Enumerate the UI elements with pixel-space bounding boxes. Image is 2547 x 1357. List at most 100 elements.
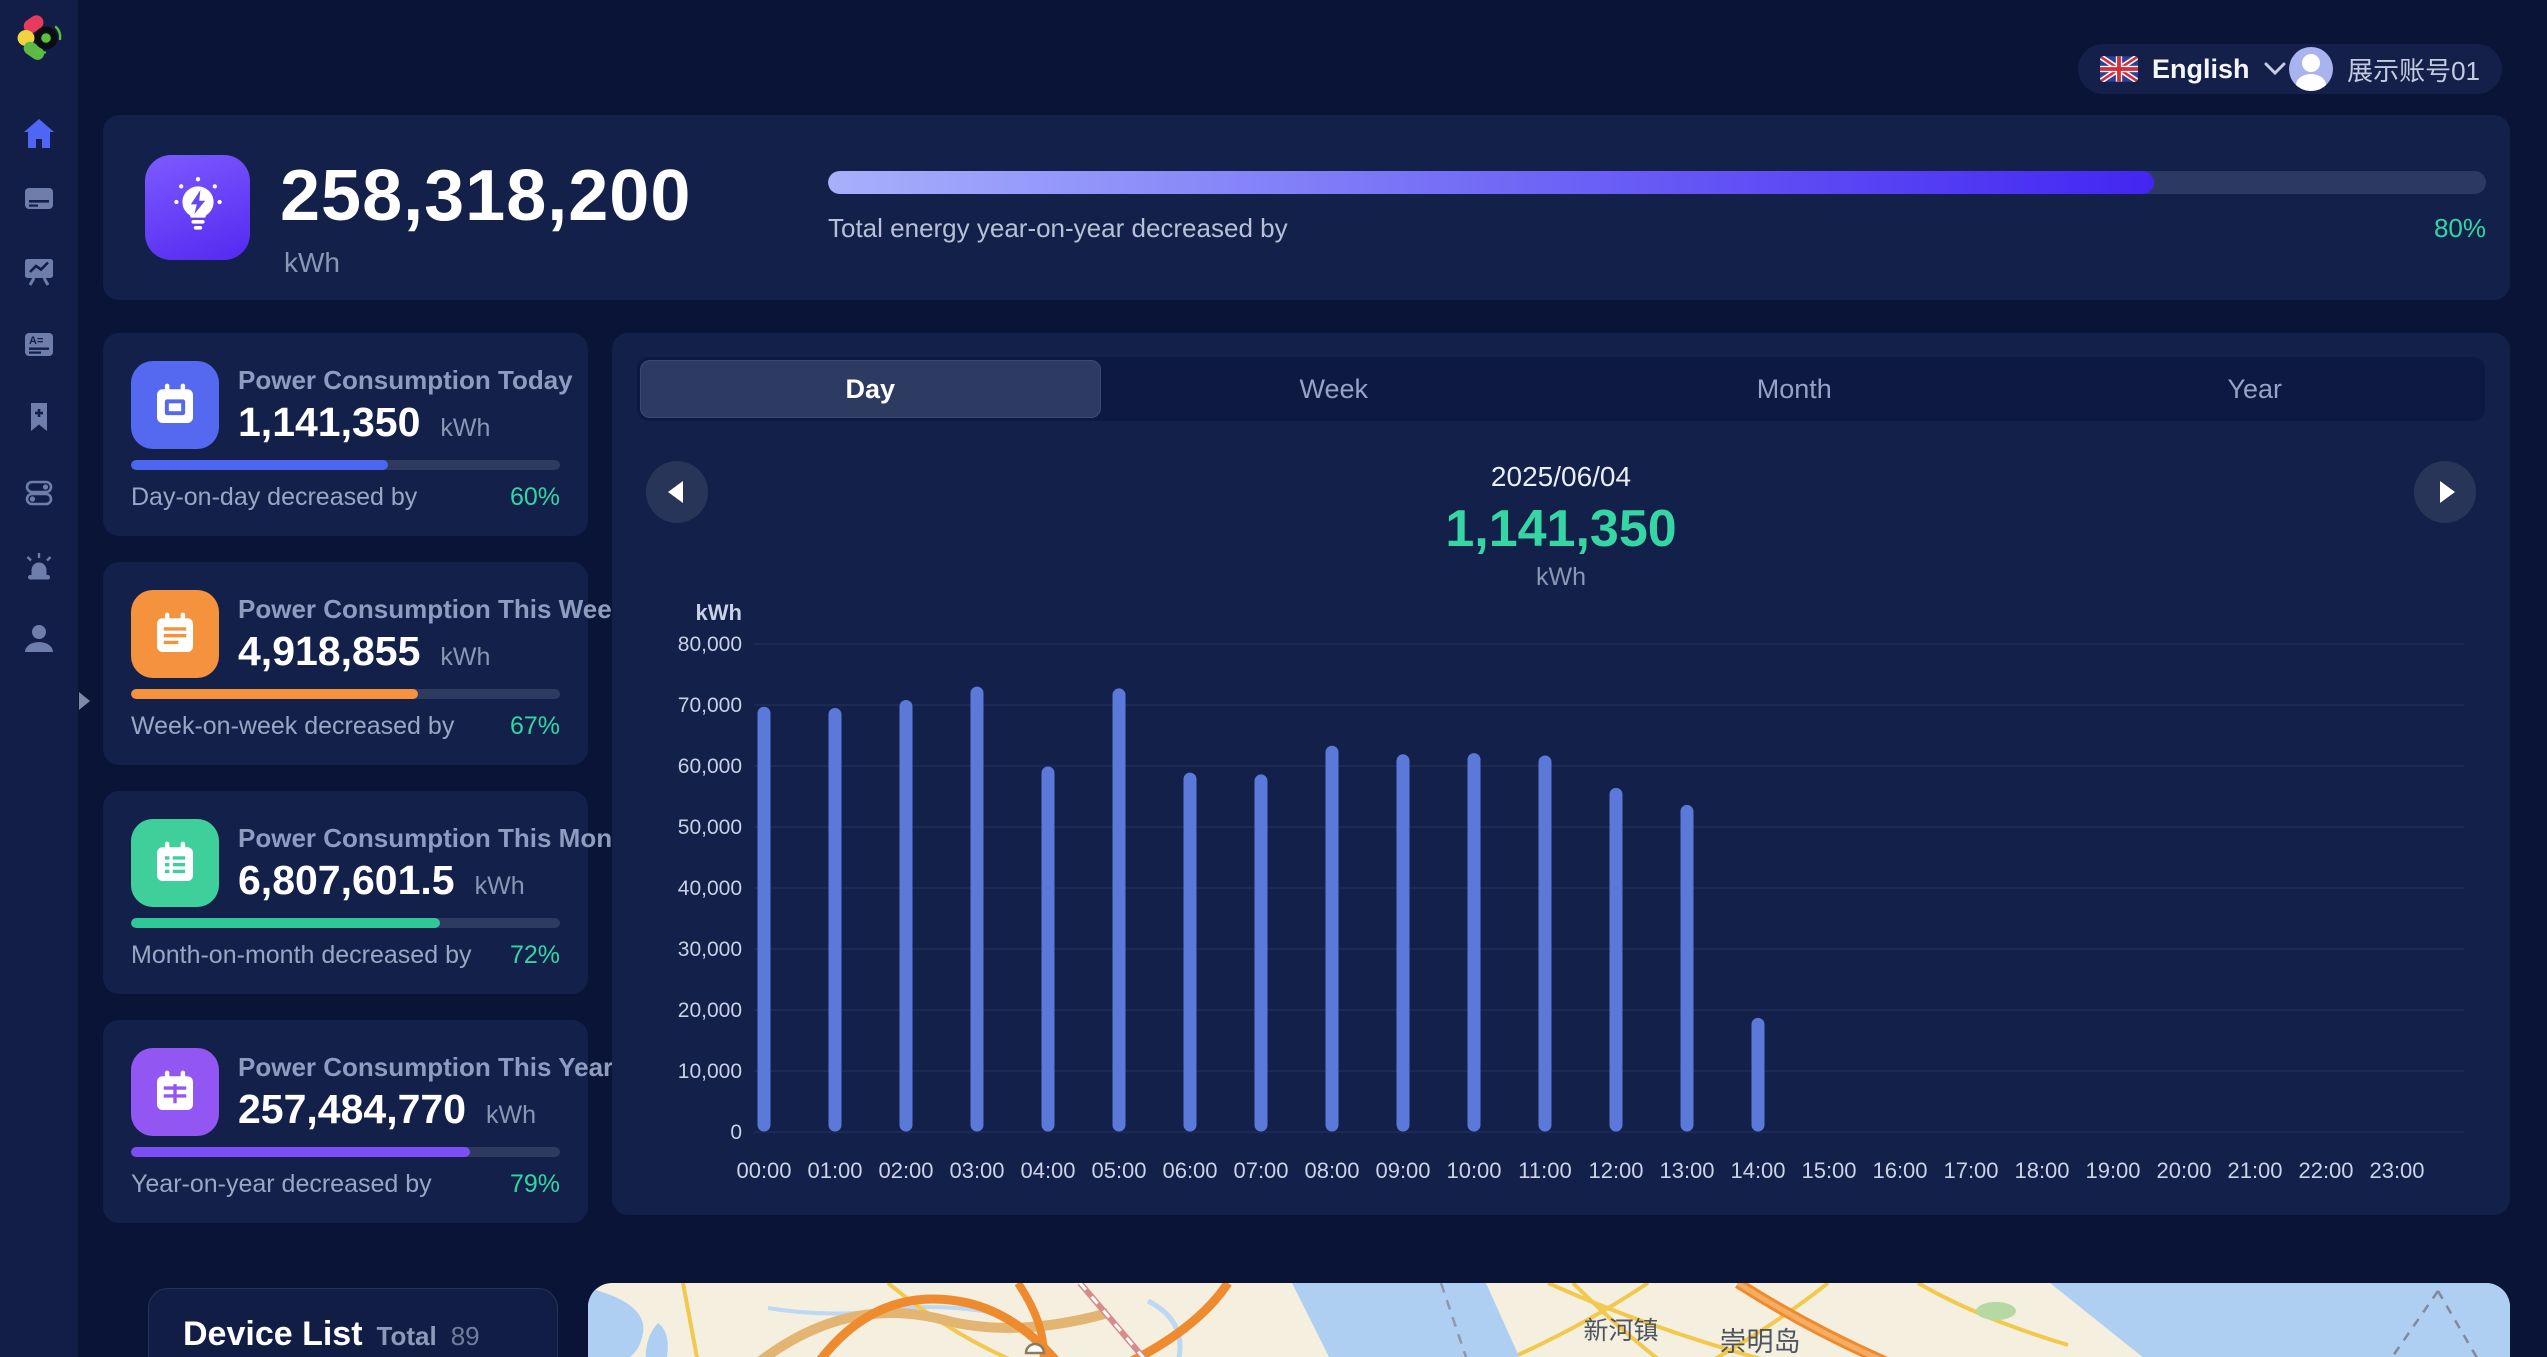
stat-unit: kWh [440, 414, 491, 442]
sidebar-item-bookmarks[interactable] [19, 397, 59, 437]
calendar-year-icon [131, 1048, 219, 1136]
svg-text:09:00: 09:00 [1375, 1158, 1430, 1183]
total-energy-progress-fill [828, 171, 2155, 194]
uk-flag-icon [2100, 56, 2138, 82]
sidebar-item-home[interactable] [19, 114, 59, 154]
app-logo[interactable] [10, 8, 68, 66]
svg-text:kWh: kWh [696, 604, 742, 625]
stat-progress-fill [131, 918, 440, 928]
sidebar-expand-handle[interactable] [79, 692, 90, 710]
stat-unit: kWh [486, 1101, 537, 1129]
svg-text:20,000: 20,000 [678, 999, 742, 1022]
bulb-icon [173, 176, 222, 230]
id-card-icon: A= [25, 333, 53, 356]
svg-text:07:00: 07:00 [1233, 1158, 1288, 1183]
total-energy-unit: kWh [284, 247, 340, 278]
dashboard-screen: A= English 展示账号01 258,318,200 kWh Total … [0, 0, 2547, 1357]
device-list-panel: Device List Total 89 [148, 1288, 558, 1357]
svg-text:13:00: 13:00 [1659, 1158, 1714, 1183]
tab-year[interactable]: Year [2025, 357, 2486, 421]
stat-progress [131, 689, 560, 699]
svg-text:02:00: 02:00 [878, 1158, 933, 1183]
user-icon [25, 625, 53, 652]
svg-text:30,000: 30,000 [678, 938, 742, 961]
stat-footer-percent: 67% [509, 712, 560, 740]
svg-text:16:00: 16:00 [1872, 1158, 1927, 1183]
map-canvas: 新河镇 崇明岛 [588, 1283, 2510, 1357]
stat-unit: kWh [474, 872, 525, 900]
stat-progress-fill [131, 460, 389, 470]
chevron-down-icon[interactable] [2264, 62, 2286, 76]
total-energy-progress-label: Total energy year-on-year decreased by [828, 213, 1288, 243]
stat-progress [131, 1147, 560, 1157]
presentation-chart-icon [25, 259, 53, 286]
calendar-week-icon [131, 590, 219, 678]
stat-value: 4,918,855 [238, 628, 421, 674]
svg-text:23:00: 23:00 [2369, 1158, 2424, 1183]
sidebar: A= [0, 0, 78, 1357]
chart-total-unit: kWh [1536, 563, 1586, 591]
svg-text:18:00: 18:00 [2014, 1158, 2069, 1183]
svg-text:20:00: 20:00 [2156, 1158, 2211, 1183]
tab-day[interactable]: Day [640, 360, 1101, 418]
chart-total-value: 1,141,350 [1445, 500, 1677, 558]
tab-month[interactable]: Month [1564, 357, 2025, 421]
toggle-switches-icon [25, 480, 53, 506]
tab-week[interactable]: Week [1104, 357, 1565, 421]
app-logo-icon [17, 15, 62, 60]
svg-text:12:00: 12:00 [1588, 1158, 1643, 1183]
sidebar-item-alarms[interactable] [19, 545, 59, 585]
device-panel-icon [25, 188, 53, 209]
svg-text:40,000: 40,000 [678, 877, 742, 900]
map-label-chongming: 崇明岛 [1720, 1327, 1801, 1357]
topbar: English 展示账号01 [2078, 44, 2502, 94]
svg-text:05:00: 05:00 [1091, 1158, 1146, 1183]
stat-footer-label: Month-on-month decreased by [131, 941, 472, 969]
calendar-day-icon [131, 361, 219, 449]
svg-text:A=: A= [29, 335, 43, 347]
svg-text:03:00: 03:00 [949, 1158, 1004, 1183]
account-menu[interactable]: 展示账号01 [2289, 47, 2480, 91]
total-energy-badge [145, 155, 250, 260]
stat-title: Power Consumption This Week [238, 594, 627, 624]
consumption-chart-panel: Day Week Month Year 2025/06/04 1,141,350… [612, 333, 2510, 1215]
sidebar-item-devices[interactable] [19, 178, 59, 218]
sidebar-item-controls[interactable] [19, 472, 59, 512]
language-selector-label[interactable]: English [2152, 54, 2250, 85]
stat-value: 6,807,601.5 [238, 857, 455, 903]
svg-text:70,000: 70,000 [678, 694, 742, 717]
svg-text:08:00: 08:00 [1304, 1158, 1359, 1183]
stat-progress-fill [131, 1147, 470, 1157]
stat-footer-percent: 60% [509, 483, 560, 511]
map-label-xinhe: 新河镇 [1583, 1317, 1658, 1345]
sidebar-item-users[interactable] [19, 618, 59, 658]
sidebar-item-analytics[interactable] [19, 251, 59, 291]
svg-text:15:00: 15:00 [1801, 1158, 1856, 1183]
bookmark-add-icon [31, 403, 47, 431]
chart-date: 2025/06/04 [1490, 461, 1632, 492]
svg-text:19:00: 19:00 [2085, 1158, 2140, 1183]
svg-text:0: 0 [730, 1121, 742, 1144]
stat-footer-label: Day-on-day decreased by [131, 483, 418, 511]
total-energy-value: 258,318,200 [280, 156, 692, 236]
stat-title: Power Consumption This Year [238, 1052, 614, 1082]
device-list-total-count: 89 [450, 1321, 480, 1351]
stat-footer-label: Week-on-week decreased by [131, 712, 455, 740]
stat-card-week: Power Consumption This Week 4,918,855 kWh… [103, 562, 626, 765]
device-map[interactable]: 新河镇 崇明岛 [588, 1283, 2510, 1357]
avatar [2289, 47, 2334, 91]
stat-card-year: Power Consumption This Year 257,484,770 k… [103, 1020, 613, 1223]
chart-header: 2025/06/04 1,141,350 kWh [612, 461, 2510, 592]
stat-progress-fill [131, 689, 419, 699]
svg-text:10:00: 10:00 [1446, 1158, 1501, 1183]
stat-footer-percent: 72% [509, 941, 560, 969]
sidebar-item-records[interactable]: A= [19, 324, 59, 364]
svg-text:80,000: 80,000 [678, 633, 742, 656]
svg-text:60,000: 60,000 [678, 755, 742, 778]
svg-text:50,000: 50,000 [678, 816, 742, 839]
stat-card-today: Power Consumption Today 1,141,350 kWh Day… [103, 333, 588, 536]
stat-footer-percent: 79% [509, 1170, 560, 1198]
svg-text:06:00: 06:00 [1162, 1158, 1217, 1183]
calendar-month-icon [131, 819, 219, 907]
total-energy-progress [828, 171, 2486, 194]
